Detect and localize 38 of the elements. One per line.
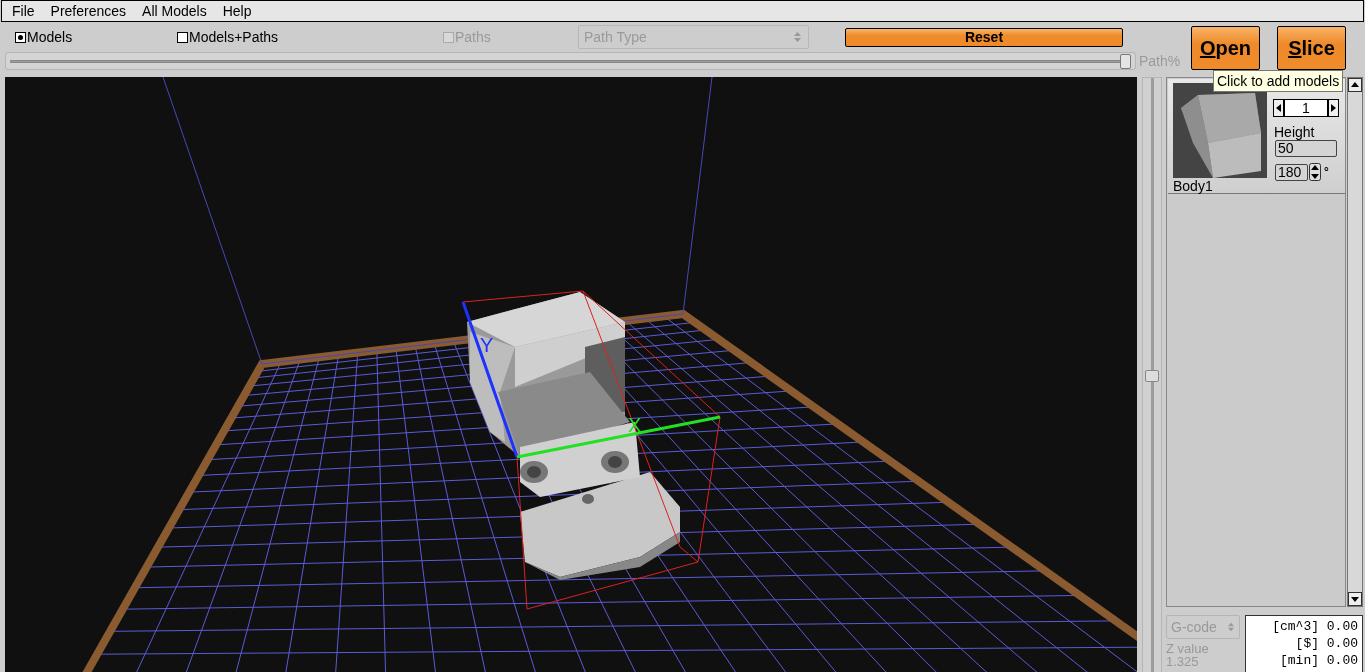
z-slider[interactable] [1142, 77, 1162, 672]
open-button[interactable]: Open [1191, 26, 1260, 70]
left-arrow-icon [1276, 104, 1281, 112]
option-label[interactable]: Models+Paths [189, 26, 279, 48]
menu-item[interactable]: All Models [134, 1, 215, 21]
stat-line: [min] 0.00 [1280, 652, 1358, 669]
height-label: Height [1274, 123, 1315, 142]
spinner-icon[interactable] [1309, 163, 1321, 181]
slider-thumb[interactable] [1144, 369, 1159, 382]
3d-viewport[interactable]: Y X [5, 77, 1137, 672]
scroll-up-icon[interactable] [1348, 78, 1362, 92]
radio-button[interactable] [15, 31, 26, 43]
axis-label: Y [480, 334, 494, 356]
spinner-arrows-icon [1227, 621, 1235, 633]
right-arrow-icon [1331, 104, 1336, 112]
model-name: Body1 [1173, 178, 1213, 194]
menu-item[interactable]: Preferences [42, 1, 135, 21]
increment-button[interactable] [1328, 99, 1339, 117]
path-slider[interactable] [5, 52, 1136, 70]
stat-line: [cm^3] 0.00 [1272, 618, 1358, 635]
menu-item[interactable]: File [4, 1, 43, 21]
vertical-scrollbar[interactable] [1347, 77, 1363, 607]
scroll-down-icon[interactable] [1348, 592, 1362, 606]
decrement-button[interactable] [1273, 99, 1284, 117]
tooltip: Click to add models [1213, 70, 1344, 92]
menu-item[interactable]: Help [214, 1, 260, 21]
reset-button[interactable]: Reset [845, 27, 1123, 47]
degree-symbol: ° [1324, 164, 1329, 181]
rotation-field[interactable]: 180 [1275, 163, 1308, 181]
option-label[interactable]: Models [27, 26, 73, 48]
slider-thumb[interactable] [1120, 53, 1131, 69]
axis-label: X [628, 414, 642, 436]
height-field[interactable]: 50 [1275, 140, 1337, 157]
stat-line: [$] 0.00 [1295, 635, 1358, 652]
spinner-arrows-icon [793, 30, 802, 44]
slice-button[interactable]: Slice [1277, 26, 1346, 70]
checkbox[interactable] [177, 31, 188, 43]
count-field[interactable]: 1 [1284, 99, 1328, 117]
